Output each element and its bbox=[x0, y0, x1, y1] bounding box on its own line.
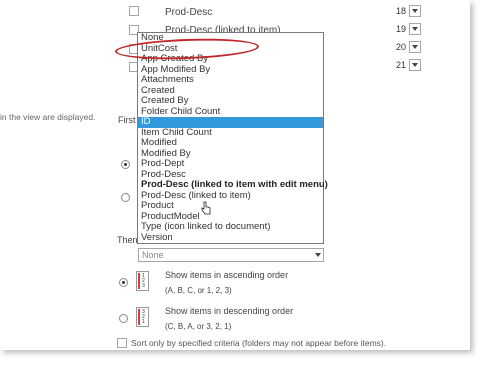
dropdown-option[interactable]: Type (icon linked to document) bbox=[138, 221, 323, 233]
chevron-down-icon bbox=[315, 253, 321, 257]
ascending-hint: (A, B, C, or 1, 2, 3) bbox=[165, 286, 232, 295]
dropdown-option[interactable]: ID bbox=[138, 116, 323, 128]
dropdown-option[interactable]: Product bbox=[138, 200, 323, 212]
position-select[interactable]: 18 bbox=[396, 5, 422, 17]
descending-sort-icon: 321 bbox=[136, 307, 149, 327]
position-value: 21 bbox=[396, 60, 407, 70]
dropdown-option[interactable]: Version bbox=[138, 232, 323, 244]
first-sort-ascending-radio[interactable] bbox=[121, 160, 130, 169]
ascending-label: Show items in ascending order bbox=[165, 270, 289, 280]
dropdown-option[interactable]: Created By bbox=[138, 95, 323, 107]
ascending-sort-icon: 123 bbox=[136, 271, 149, 291]
position-value: 19 bbox=[396, 24, 407, 34]
chevron-down-icon bbox=[409, 41, 422, 53]
description-text: in the view are displayed. bbox=[0, 112, 96, 122]
hand-cursor-icon bbox=[201, 201, 211, 215]
position-value: 18 bbox=[396, 6, 407, 16]
then-sort-select-value: None bbox=[142, 250, 164, 260]
column-label: Prod-Desc bbox=[165, 7, 213, 18]
position-value: 20 bbox=[396, 42, 407, 52]
sort-only-checkbox[interactable] bbox=[117, 338, 127, 348]
descending-hint: (C, B, A, or 3, 2, 1) bbox=[165, 322, 232, 331]
position-select[interactable]: 20 bbox=[396, 41, 422, 53]
position-select[interactable]: 21 bbox=[396, 59, 422, 71]
then-sort-descending-radio[interactable] bbox=[119, 314, 128, 323]
sort-only-label: Sort only by specified criteria (folders… bbox=[131, 338, 387, 348]
then-sort-select[interactable]: None bbox=[138, 248, 324, 262]
dropdown-option[interactable]: Attachments bbox=[138, 74, 323, 86]
dropdown-option[interactable]: Folder Child Count bbox=[138, 106, 323, 118]
chevron-down-icon bbox=[409, 5, 422, 17]
then-sort-ascending-radio[interactable] bbox=[119, 278, 128, 287]
dropdown-option[interactable]: Prod-Dept bbox=[138, 158, 323, 170]
descending-label: Show items in descending order bbox=[165, 306, 294, 316]
chevron-down-icon bbox=[409, 59, 422, 71]
position-select[interactable]: 19 bbox=[396, 23, 422, 35]
sort-column-dropdown-list[interactable]: None UnitCost App Created By App Modified B… bbox=[137, 32, 328, 244]
column-checkbox[interactable] bbox=[129, 6, 139, 16]
page-frame: Prod-Desc 18 Prod-Desc (linked to item) … bbox=[0, 0, 470, 350]
dropdown-option[interactable]: Modified bbox=[138, 137, 323, 149]
dropdown-option[interactable]: Prod-Desc (linked to item with edit menu… bbox=[138, 179, 328, 191]
chevron-down-icon bbox=[409, 23, 422, 35]
then-sort-heading: Then bbox=[117, 235, 138, 245]
first-sort-descending-radio[interactable] bbox=[121, 193, 130, 202]
